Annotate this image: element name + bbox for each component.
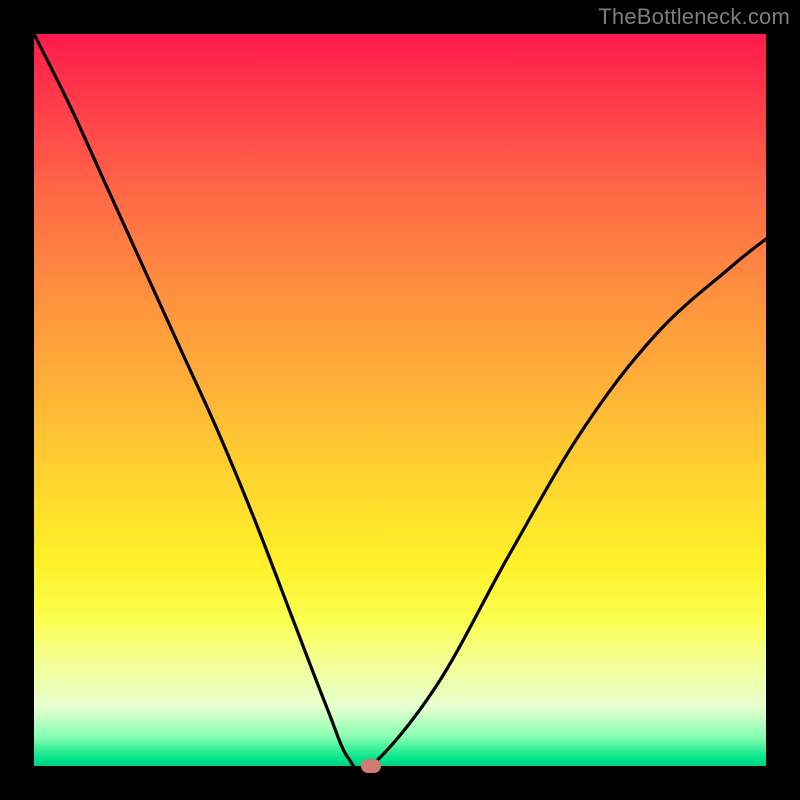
chart-frame: TheBottleneck.com — [0, 0, 800, 800]
minimum-marker — [361, 759, 381, 773]
bottleneck-curve — [34, 34, 766, 766]
watermark-text: TheBottleneck.com — [598, 4, 790, 30]
plot-area — [34, 34, 766, 766]
